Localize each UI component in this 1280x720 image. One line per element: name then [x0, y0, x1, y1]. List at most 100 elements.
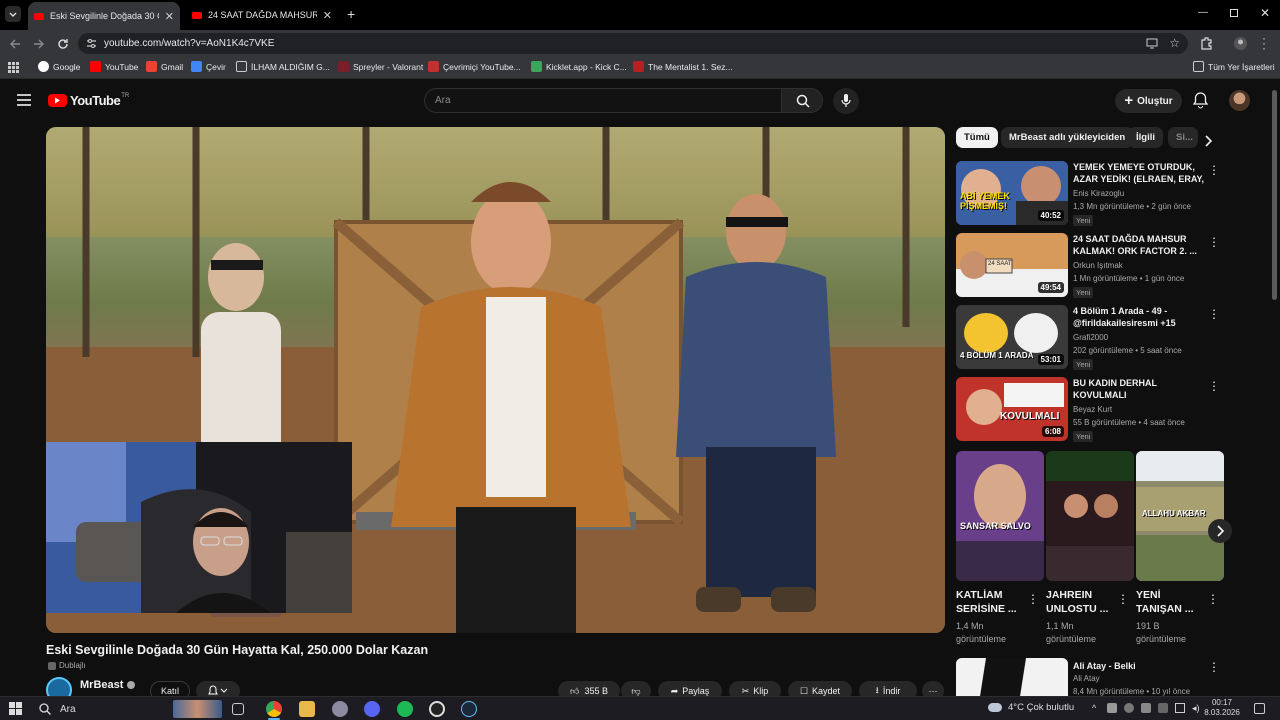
bookmark-youtube[interactable]: YouTube — [90, 61, 138, 72]
region-code: TR — [121, 93, 130, 99]
search-button[interactable] — [781, 88, 823, 113]
notifications-bell-icon[interactable] — [1193, 92, 1208, 109]
close-tab-icon[interactable]: ✕ — [323, 9, 332, 22]
app-icon[interactable] — [332, 701, 348, 717]
avatar[interactable] — [1229, 90, 1250, 111]
search-icon — [39, 703, 51, 715]
volume-icon: ◂) — [1192, 703, 1200, 713]
extensions-icon[interactable] — [1199, 36, 1213, 50]
close-window-button[interactable]: ✕ — [1260, 6, 1270, 20]
more-vertical-icon[interactable]: ⋮ — [1208, 235, 1220, 249]
all-bookmarks[interactable]: Tüm Yer İşaretleri — [1193, 61, 1275, 72]
more-vertical-icon[interactable]: ⋮ — [1208, 163, 1220, 177]
more-vertical-icon[interactable]: ⋮ — [1207, 592, 1219, 606]
youtube-logo[interactable]: YouTube TR — [48, 93, 129, 108]
bookmark-star-icon[interactable]: ☆ — [1169, 36, 1180, 50]
url-field[interactable]: youtube.com/watch?v=AoN1K4c7VKE ☆ — [78, 33, 1188, 54]
taskbar-search[interactable]: Ara — [32, 699, 222, 719]
video-thumbnail[interactable]: 4 BÖLÜM 1 ARADA 53:01 — [956, 305, 1068, 369]
bookmark-valorant[interactable]: Spreyler - Valorant — [338, 61, 423, 72]
clock[interactable]: 00:17 8.03.2026 — [1203, 698, 1241, 718]
apps-grid-icon[interactable] — [8, 62, 19, 73]
recommendation-item[interactable]: 24 SAAT 49:54 24 SAAT DAĞDA MAHSUR KALMA… — [956, 233, 1226, 299]
short-title[interactable]: KATLİAM SERİSİNE ... — [956, 588, 1022, 616]
clock-date: 8.03.2026 — [1204, 708, 1240, 717]
site-info-icon[interactable] — [86, 38, 97, 49]
recommendation-item[interactable]: ABİ YEMEK PİŞMEMİŞ! 40:52 YEMEK YEMEYE O… — [956, 161, 1226, 227]
tab-second-video[interactable]: 24 SAAT DAĞDA MAHSUR KALMAK ✕ — [186, 4, 338, 26]
chip-all[interactable]: Tümü — [956, 127, 998, 148]
chevron-down-icon — [9, 12, 17, 17]
hamburger-menu-icon[interactable] — [17, 94, 31, 106]
video-thumbnail[interactable]: ABİ YEMEK PİŞMEMİŞ! 40:52 — [956, 161, 1068, 225]
short-thumbnail[interactable]: SANSAR SALVO — [956, 451, 1044, 581]
short-title[interactable]: JAHREIN UNLOSTU ... — [1046, 588, 1112, 616]
video-thumbnail[interactable]: 24 SAAT 49:54 — [956, 233, 1068, 297]
browser-menu-icon[interactable]: · · · — [1262, 32, 1266, 54]
chevron-right-icon[interactable] — [1203, 135, 1213, 147]
chip-from-uploader[interactable]: MrBeast adlı yükleyiciden — [1001, 127, 1134, 148]
short-thumbnail[interactable] — [1046, 451, 1134, 581]
network-icon — [1175, 703, 1185, 713]
create-button[interactable]: + Oluştur — [1115, 89, 1182, 113]
back-icon[interactable] — [8, 37, 22, 51]
bookmark-kicklet[interactable]: Kicklet.app - Kick C... — [531, 61, 627, 72]
chrome-icon[interactable] — [266, 701, 282, 717]
plus-icon: + — [1124, 92, 1134, 109]
video-meta: 202 görüntüleme • 5 saat önce — [1073, 346, 1182, 355]
steam-icon[interactable] — [461, 701, 477, 717]
weather-widget[interactable]: 4°C Çok bulutlu — [988, 702, 1074, 713]
reload-icon[interactable] — [56, 37, 70, 51]
more-vertical-icon[interactable]: ⋮ — [1117, 592, 1129, 606]
recommendation-item[interactable]: Ali Atay - Belki Ali Atay 8,4 Mn görüntü… — [956, 658, 1226, 696]
file-explorer-icon[interactable] — [299, 701, 315, 717]
tray-app-icon — [1141, 703, 1151, 713]
obs-icon[interactable] — [429, 701, 445, 717]
thumbs-down-icon: 👎︎ — [631, 685, 641, 696]
install-app-icon[interactable] — [1146, 38, 1158, 49]
video-thumbnail[interactable] — [956, 658, 1068, 696]
chip-related[interactable]: İlgili — [1128, 127, 1163, 148]
short-title[interactable]: YENİ TANIŞAN ... — [1136, 588, 1202, 616]
bookmark-online-youtube[interactable]: Çevrimiçi YouTube... — [428, 61, 521, 72]
windows-start-icon[interactable] — [9, 702, 22, 715]
more-vertical-icon[interactable]: ⋮ — [1208, 660, 1220, 674]
short-views: 1,1 Mn görüntüleme — [1046, 621, 1097, 644]
tab-list-button[interactable] — [5, 6, 21, 22]
profile-icon[interactable] — [1233, 36, 1248, 51]
notification-center-icon[interactable] — [1254, 703, 1265, 714]
maximize-window-button[interactable] — [1230, 9, 1238, 17]
bookmark-mentalist[interactable]: The Mentalist 1. Sez... — [633, 61, 733, 72]
new-tab-button[interactable]: + — [347, 6, 355, 22]
folder-icon — [236, 61, 247, 72]
bookmark-translate[interactable]: Çevir — [191, 61, 226, 72]
save-playlist-icon: ☐ — [799, 685, 809, 696]
voice-search-button[interactable] — [833, 88, 859, 114]
tab-current-video[interactable]: Eski Sevgilinle Doğada 30 Gün Hayatta Ka… — [28, 2, 180, 30]
video-thumbnail[interactable]: KOVULMALI 6:08 — [956, 377, 1068, 441]
recommendation-item[interactable]: KOVULMALI 6:08 BU KADIN DERHAL KOVULMALI… — [956, 377, 1226, 443]
forward-icon[interactable] — [32, 37, 46, 51]
more-vertical-icon[interactable]: ⋮ — [1208, 307, 1220, 321]
kicklet-icon — [531, 61, 542, 72]
system-tray[interactable]: ^ ◂) — [1092, 703, 1202, 713]
bookmark-google[interactable]: Google — [38, 61, 80, 72]
recommendation-item[interactable]: 4 BÖLÜM 1 ARADA 53:01 4 Bölüm 1 Arada - … — [956, 305, 1226, 371]
channel-name: Enis Kirazoglu — [1073, 189, 1125, 198]
channel-name[interactable]: MrBeast — [80, 679, 136, 691]
chip-more[interactable]: Si... — [1168, 127, 1198, 148]
more-vertical-icon[interactable]: ⋮ — [1027, 592, 1039, 606]
page-scrollbar[interactable] — [1272, 90, 1277, 300]
search-input[interactable]: Ara — [424, 88, 782, 113]
more-vertical-icon[interactable]: ⋮ — [1208, 379, 1220, 393]
spotify-icon[interactable] — [397, 701, 413, 717]
task-view-icon[interactable] — [232, 703, 244, 715]
bookmark-folder[interactable]: İLHAM ALDIĞIM G... — [236, 61, 330, 72]
discord-icon[interactable] — [364, 701, 380, 717]
shorts-next-button[interactable] — [1208, 519, 1232, 543]
video-player[interactable] — [46, 127, 945, 633]
bookmark-gmail[interactable]: Gmail — [146, 61, 183, 72]
short-thumbnail[interactable]: ALLAHU AKBAR — [1136, 451, 1224, 581]
minimize-window-button[interactable]: — — [1198, 7, 1208, 18]
close-tab-icon[interactable]: ✕ — [165, 10, 174, 23]
